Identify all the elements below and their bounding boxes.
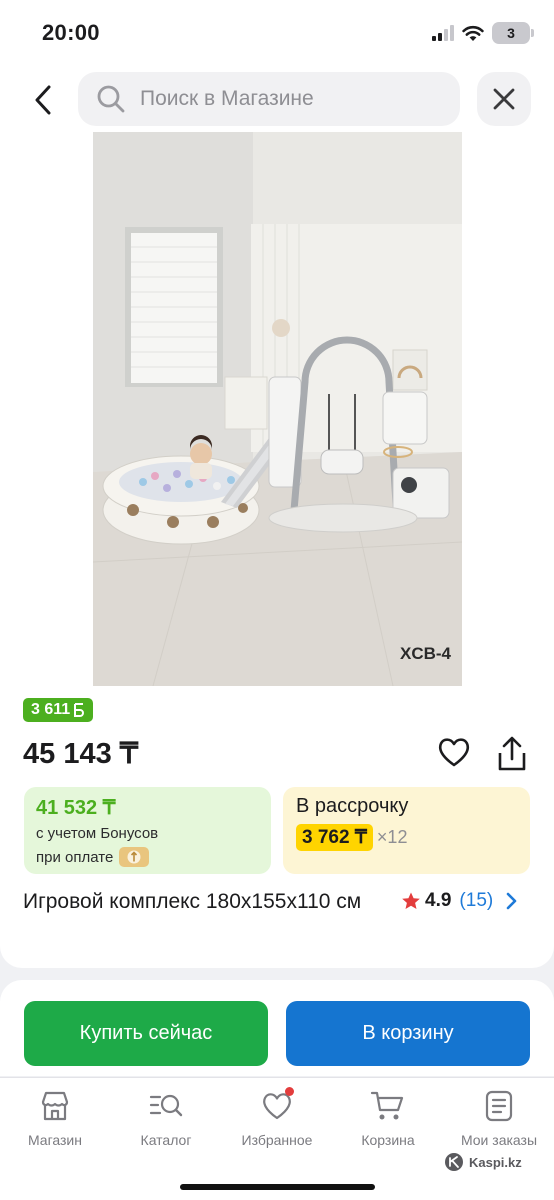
add-to-cart-button[interactable]: В корзину bbox=[286, 1001, 530, 1066]
tab-favorites[interactable]: Избранное bbox=[222, 1087, 332, 1148]
bonus-points-value: 3 611 bbox=[31, 701, 71, 718]
tab-cart[interactable]: Корзина bbox=[333, 1088, 443, 1148]
chevron-left-icon bbox=[35, 85, 51, 115]
status-time: 20:00 bbox=[42, 20, 100, 45]
rating-value: 4.9 bbox=[425, 890, 452, 911]
tab-catalog-label: Каталог bbox=[140, 1132, 192, 1148]
buy-now-button[interactable]: Купить сейчас bbox=[24, 1001, 268, 1066]
close-button[interactable] bbox=[477, 72, 531, 126]
bonus-price-amount: 41 532 ₸ bbox=[36, 797, 116, 819]
product-image-label: XCB-4 bbox=[400, 644, 452, 663]
tab-orders-label: Мои заказы bbox=[460, 1132, 538, 1148]
kaspi-watermark-text: Kaspi.kz bbox=[469, 1154, 522, 1170]
chevron-right-icon bbox=[506, 892, 517, 910]
tab-bar: Магазин Каталог Избранное Корзина Мои за… bbox=[0, 1077, 554, 1200]
store-icon bbox=[41, 1091, 69, 1121]
installment-card[interactable]: В рассрочку 3 762 ₸ ×12 bbox=[283, 787, 530, 874]
star-icon bbox=[402, 892, 420, 909]
search-icon bbox=[97, 85, 125, 113]
bonus-points-badge: 3 611 bbox=[23, 698, 94, 722]
close-icon bbox=[493, 88, 515, 110]
tab-catalog[interactable]: Каталог bbox=[111, 1088, 221, 1148]
installment-months: ×12 bbox=[376, 827, 408, 847]
status-bar: 20:00 3 bbox=[0, 0, 554, 70]
share-icon bbox=[498, 736, 526, 771]
back-button[interactable] bbox=[26, 80, 60, 120]
product-price: 45 143 ₸ bbox=[23, 738, 139, 770]
battery-indicator: 3 bbox=[492, 22, 534, 44]
navigation-bar: Поиск в Магазине bbox=[0, 70, 554, 132]
tab-store-label: Магазин bbox=[27, 1132, 82, 1148]
product-details: XCB-4 3 611 45 143 ₸ 41 532 ₸ с учетом Б… bbox=[0, 132, 554, 968]
kaspi-logo-icon bbox=[445, 1153, 463, 1171]
share-button[interactable] bbox=[494, 734, 530, 774]
product-image[interactable]: XCB-4 bbox=[93, 132, 462, 686]
product-rating[interactable]: 4.9 (15) bbox=[401, 890, 519, 912]
review-count-link[interactable]: (15) bbox=[459, 890, 493, 912]
bonus-spend-icon bbox=[119, 847, 150, 867]
favorite-button[interactable] bbox=[436, 734, 472, 770]
wifi-icon bbox=[462, 25, 484, 41]
tab-store[interactable]: Магазин bbox=[0, 1088, 110, 1148]
search-input[interactable]: Поиск в Магазине bbox=[78, 72, 460, 126]
kaspi-watermark: Kaspi.kz bbox=[444, 1152, 522, 1172]
installment-title: В рассрочку bbox=[296, 795, 409, 817]
favorites-notification-dot bbox=[285, 1087, 294, 1096]
tab-favorites-label: Избранное bbox=[241, 1132, 313, 1148]
status-indicators: 3 bbox=[432, 22, 534, 44]
orders-icon bbox=[485, 1090, 513, 1122]
tab-orders[interactable]: Мои заказы bbox=[444, 1088, 554, 1148]
bonus-price-card[interactable]: 41 532 ₸ с учетом Бонусов при оплате bbox=[24, 787, 271, 874]
heart-icon bbox=[438, 738, 470, 767]
bonus-b-icon bbox=[74, 703, 85, 717]
tab-cart-label: Корзина bbox=[361, 1132, 415, 1148]
product-title: Игровой комплекс 180x155x110 см bbox=[23, 890, 362, 913]
home-indicator[interactable] bbox=[180, 1184, 375, 1190]
bonus-note-line2: при оплате bbox=[36, 847, 259, 867]
catalog-search-icon bbox=[149, 1094, 183, 1117]
cellular-signal-icon bbox=[432, 25, 454, 41]
product-photo-illustration: XCB-4 bbox=[93, 132, 462, 686]
bonus-note-line1: с учетом Бонусов bbox=[36, 825, 159, 842]
search-placeholder: Поиск в Магазине bbox=[140, 87, 314, 110]
installment-monthly-amount: 3 762 ₸ bbox=[296, 824, 373, 851]
purchase-actions: Купить сейчас В корзину bbox=[0, 980, 554, 1076]
cart-icon bbox=[370, 1091, 404, 1120]
